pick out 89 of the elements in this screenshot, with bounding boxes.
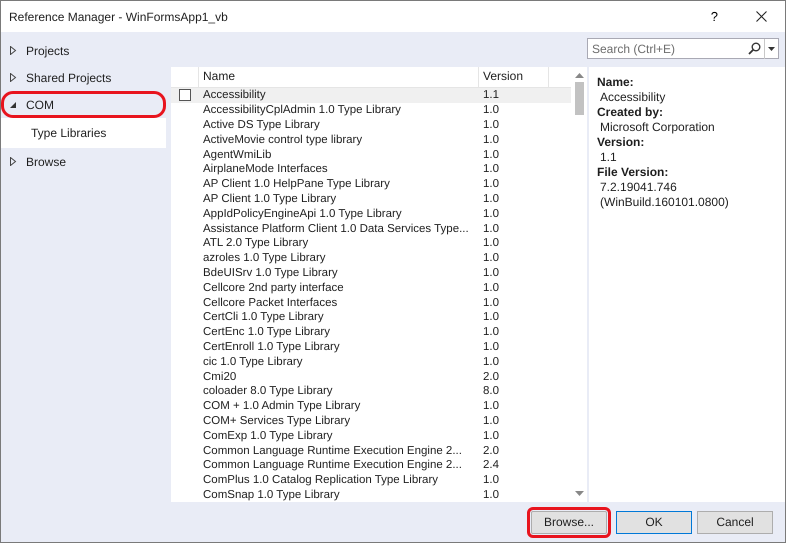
table-cell-text: 1.0 xyxy=(482,356,499,368)
expanded-arrow-icon[interactable] xyxy=(9,100,17,108)
table-cell-text: 1.0 xyxy=(482,400,499,412)
sidebar-subitem[interactable]: Type Libraries xyxy=(1,118,166,148)
table-cell-text: 1.0 xyxy=(482,148,499,161)
sidebar-item[interactable]: Browse xyxy=(1,148,166,175)
selected-row[interactable]: Accessibility 1.1 xyxy=(171,88,571,103)
table-cell-text: Cmi20 xyxy=(202,370,238,383)
close-icon[interactable] xyxy=(756,11,767,22)
table-cell-text: AgentWmiLib xyxy=(202,148,272,161)
table-cell-text: 1.0 xyxy=(482,104,499,116)
detail-label: Created by: xyxy=(597,105,664,120)
scroll-down-icon[interactable] xyxy=(574,491,584,496)
table-cell-text: 1.0 xyxy=(482,134,499,146)
table-cell-text: COM + 1.0 Admin Type Library xyxy=(202,400,362,412)
table-cell-text: COM+ Services Type Library xyxy=(202,414,352,427)
detail-label: File Version: xyxy=(597,165,670,180)
table-cell-text: 1.0 xyxy=(482,266,499,279)
table-cell-text: 1.0 xyxy=(482,222,499,235)
collapsed-arrow-icon[interactable] xyxy=(9,73,17,82)
detail-label: Version: xyxy=(597,135,646,150)
collapsed-arrow-icon[interactable] xyxy=(9,46,17,55)
checkbox[interactable] xyxy=(179,89,191,102)
search-icon[interactable] xyxy=(748,42,761,55)
table-cell-text: azroles 1.0 Type Library xyxy=(202,252,327,264)
detail-label: Name: xyxy=(597,75,635,90)
scroll-thumb[interactable] xyxy=(574,82,584,115)
table-cell-text: CertCli 1.0 Type Library xyxy=(202,311,325,324)
table-cell-text: Accessibility xyxy=(202,89,267,102)
table-cell-text: 1.0 xyxy=(482,118,499,131)
column-header[interactable]: Name xyxy=(199,67,479,87)
table-cell-text: ComSnap 1.0 Type Library xyxy=(202,488,341,501)
scroll-up-icon[interactable] xyxy=(574,73,584,78)
table-cell-text: ATL 2.0 Type Library xyxy=(202,237,310,250)
table-cell-text: cic 1.0 Type Library xyxy=(202,356,304,368)
ok-button[interactable]: OK xyxy=(616,510,692,534)
detail-value: Accessibility xyxy=(599,90,666,105)
table-cell-text: AP Client 1.0 HelpPane Type Library xyxy=(202,178,391,190)
table-cell-text: 1.0 xyxy=(482,192,499,205)
table-cell-text: ActiveMovie control type library xyxy=(202,134,364,146)
table-cell-text: 1.0 xyxy=(482,178,499,190)
table-cell-text: Active DS Type Library xyxy=(202,118,321,131)
table-cell-text: Cellcore Packet Interfaces xyxy=(202,296,338,309)
table-cell-text: 1.0 xyxy=(482,430,499,442)
table-cell-text: 1.0 xyxy=(482,163,499,176)
table-cell-text: 2.4 xyxy=(482,459,499,472)
table-cell-text: 8.0 xyxy=(482,385,499,398)
sidebar-item[interactable]: Projects xyxy=(1,37,166,64)
table-cell-text: 1.0 xyxy=(482,311,499,324)
table-cell-text: 2.0 xyxy=(482,370,499,383)
detail-value: (WinBuild.160101.0800) xyxy=(599,195,730,210)
table-cell-text: coloader 8.0 Type Library xyxy=(202,385,334,398)
dropdown-caret-icon[interactable] xyxy=(764,39,778,59)
table-cell-text: 1.0 xyxy=(482,208,499,220)
table-cell-text: Assistance Platform Client 1.0 Data Services Type... xyxy=(202,222,470,235)
search-field[interactable]: Search (Ctrl+E) xyxy=(587,38,779,59)
table-cell-text: Common Language Runtime Execution Engine 2... xyxy=(202,444,463,457)
table-cell-text: 1.0 xyxy=(482,326,499,338)
table-cell-text: CertEnroll 1.0 Type Library xyxy=(202,340,341,353)
table-cell-text: 1.0 xyxy=(482,474,499,486)
window-title: Reference Manager - WinFormsApp1_vb xyxy=(9,10,229,24)
table-cell-text: 1.0 xyxy=(482,237,499,250)
table-cell-text: 1.0 xyxy=(482,414,499,427)
detail-value: 1.1 xyxy=(599,150,618,165)
table-cell-text: ComPlus 1.0 Catalog Replication Type Library xyxy=(202,474,440,486)
table-cell-text: 1.0 xyxy=(482,252,499,264)
table-cell-text: 1.1 xyxy=(482,89,499,102)
detail-value: Microsoft Corporation xyxy=(599,120,716,135)
table-cell-text: Cellcore 2nd party interface xyxy=(202,282,345,294)
table-cell-text: CertEnc 1.0 Type Library xyxy=(202,326,331,338)
dialog-button[interactable]: Cancel xyxy=(697,510,773,534)
sidebar-item[interactable]: Shared Projects xyxy=(1,64,166,91)
table-cell-text: 1.0 xyxy=(482,488,499,501)
table-cell-text: Common Language Runtime Execution Engine 2... xyxy=(202,459,463,472)
table-cell-text: AP Client 1.0 Type Library xyxy=(202,192,338,205)
table-cell-text: AccessibilityCplAdmin 1.0 Type Library xyxy=(202,104,402,116)
table-cell-text: BdeUISrv 1.0 Type Library xyxy=(202,266,339,279)
table-cell-text: ComExp 1.0 Type Library xyxy=(202,430,334,442)
table-cell-text: 1.0 xyxy=(482,296,499,309)
column-header[interactable]: Version xyxy=(479,67,549,87)
table-cell-text: 2.0 xyxy=(482,444,499,457)
collapsed-arrow-icon[interactable] xyxy=(9,157,17,166)
table-cell-text: 1.0 xyxy=(482,282,499,294)
help-button[interactable]: ? xyxy=(706,9,722,24)
table-cell-text: 1.0 xyxy=(482,340,499,353)
table-cell-text: AppIdPolicyEngineApi 1.0 Type Library xyxy=(202,208,403,220)
dialog-button[interactable]: Browse... xyxy=(527,506,611,538)
detail-value: 7.2.19041.746 xyxy=(599,180,678,195)
table-cell-text: AirplaneMode Interfaces xyxy=(202,163,329,176)
